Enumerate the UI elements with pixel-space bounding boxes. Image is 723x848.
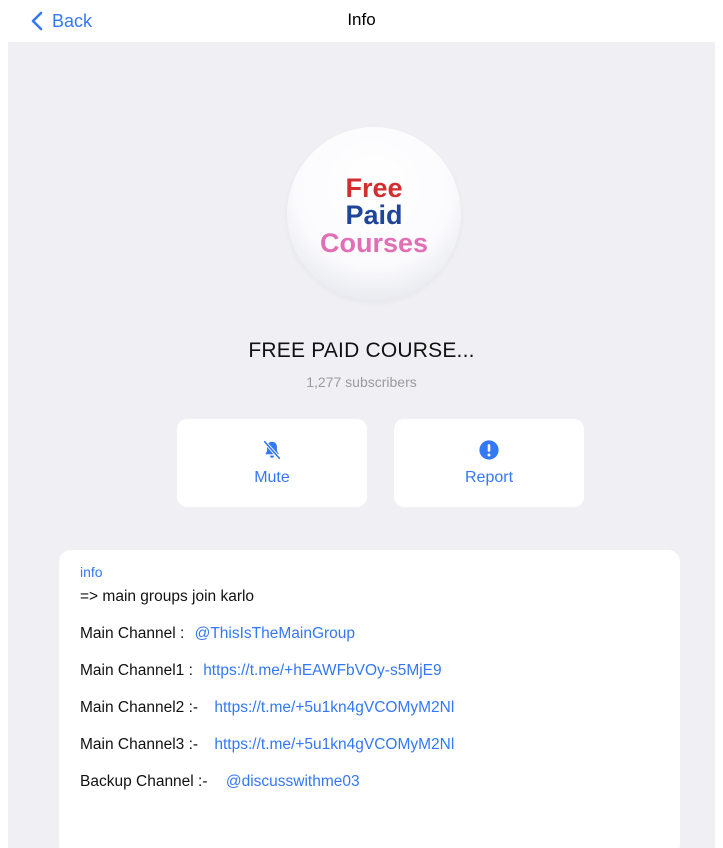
info-card: info => main groups join karlo Main Chan… <box>59 550 680 848</box>
report-button[interactable]: Report <box>394 419 584 507</box>
avatar-text-paid: Paid <box>345 200 403 231</box>
bell-slash-icon <box>263 440 281 460</box>
channel-name: FREE PAID COURSE... <box>248 339 475 362</box>
channel-avatar[interactable]: Free Paid Courses <box>287 127 461 301</box>
info-row-key: Main Channel1 : <box>80 662 193 679</box>
info-row-main-channel1: Main Channel1 : https://t.me/+hEAWFbVOy-… <box>80 660 680 682</box>
avatar-text-courses: Courses <box>319 227 429 258</box>
avatar-text-free: Free <box>345 172 403 203</box>
nav-bar: Back Info <box>0 0 723 42</box>
mute-button[interactable]: Mute <box>177 419 367 507</box>
info-intro: => main groups join karlo <box>80 588 255 605</box>
link-main-channel[interactable]: @ThisIsTheMainGroup <box>195 625 355 642</box>
exclamation-circle-icon <box>479 440 499 460</box>
info-heading: info <box>80 564 103 580</box>
mute-label: Mute <box>254 469 290 486</box>
info-row-main-channel3: Main Channel3 :- https://t.me/+5u1kn4gVC… <box>80 734 680 756</box>
info-row-backup-channel: Backup Channel :- @discusswithme03 <box>80 771 680 793</box>
content-area: Free Paid Courses FREE PAID COURSE... 1,… <box>8 42 715 848</box>
report-label: Report <box>464 469 514 486</box>
link-main-channel3[interactable]: https://t.me/+5u1kn4gVCOMyM2Nl <box>214 736 454 753</box>
info-row-key: Backup Channel :- <box>80 773 208 790</box>
link-main-channel2[interactable]: https://t.me/+5u1kn4gVCOMyM2Nl <box>214 699 454 716</box>
page: Back Info Free Paid Courses FREE PAID CO… <box>0 0 723 848</box>
link-main-channel1[interactable]: https://t.me/+hEAWFbVOy-s5MjE9 <box>203 662 441 679</box>
info-row-key: Main Channel3 :- <box>80 736 199 753</box>
page-title: Info <box>347 10 376 29</box>
info-row-key: Main Channel2 :- <box>80 699 199 716</box>
link-backup-channel[interactable]: @discusswithme03 <box>226 773 360 790</box>
info-row-key: Main Channel : <box>80 625 185 642</box>
info-row-main-channel2: Main Channel2 :- https://t.me/+5u1kn4gVC… <box>80 697 680 719</box>
info-row-main-channel: Main Channel : @ThisIsTheMainGroup <box>80 623 680 645</box>
subscriber-count: 1,277 subscribers <box>306 374 417 390</box>
